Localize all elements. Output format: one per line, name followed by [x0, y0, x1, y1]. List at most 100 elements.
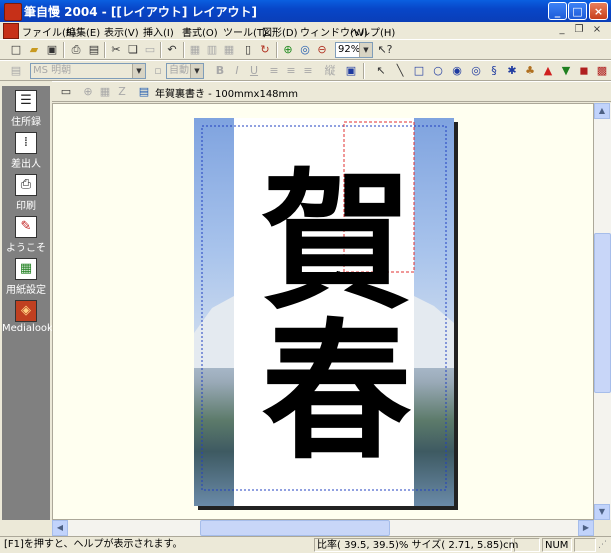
- resize-grip-icon[interactable]: ⋰: [598, 540, 607, 550]
- menu-help[interactable]: ヘルプ(H): [350, 24, 395, 39]
- menu-insert[interactable]: 挿入(I): [143, 24, 174, 39]
- layout-grid-icon[interactable]: ▦: [97, 84, 113, 100]
- layout-page-icon[interactable]: ▭: [58, 84, 74, 100]
- left-panel-label: 用紙設定: [6, 285, 46, 296]
- scroll-up-button[interactable]: ▲: [594, 103, 610, 119]
- save-icon[interactable]: ▣: [44, 42, 60, 58]
- left-panel-label: ようこそ: [6, 243, 46, 254]
- align-right-icon[interactable]: ≡: [300, 63, 316, 79]
- select-arrow-icon[interactable]: ↖: [373, 63, 389, 79]
- chevron-down-icon[interactable]: ▼: [190, 64, 203, 78]
- paste-icon[interactable]: ▭: [142, 42, 158, 58]
- rotate-icon[interactable]: ↻: [257, 42, 273, 58]
- vertical-text-icon[interactable]: 縦: [322, 63, 338, 79]
- style-icon[interactable]: ▤: [8, 63, 24, 79]
- undo-icon[interactable]: ↶: [164, 42, 180, 58]
- left-panel-item-sender[interactable]: ⁞ 差出人: [2, 130, 50, 172]
- mdi-restore-button[interactable]: ❐: [572, 23, 586, 37]
- align-left-icon[interactable]: ≡: [266, 63, 282, 79]
- status-empty: [514, 538, 540, 552]
- welcome-icon: ✎: [15, 216, 37, 238]
- menu-shapes[interactable]: 図形(D): [262, 24, 298, 39]
- toolbar-separator: [363, 63, 365, 79]
- columns-icon[interactable]: ▦: [221, 42, 237, 58]
- close-button[interactable]: ×: [589, 2, 608, 20]
- toolbar-separator: [276, 42, 278, 58]
- seal-tool-icon[interactable]: ◼: [576, 63, 592, 79]
- postcard-preview[interactable]: 賀春: [194, 118, 454, 506]
- bold-icon[interactable]: B: [212, 63, 228, 79]
- line-tool-icon[interactable]: ╲: [392, 63, 408, 79]
- font-size-select[interactable]: 自動 ▼: [166, 63, 204, 79]
- circle-tool-icon[interactable]: ◎: [468, 63, 484, 79]
- context-help-icon[interactable]: ↖?: [377, 42, 393, 58]
- scroll-right-button[interactable]: ▶: [578, 520, 594, 536]
- image-tool-icon[interactable]: ♣: [522, 63, 538, 79]
- fill-tool-icon[interactable]: ▼: [558, 63, 574, 79]
- left-panel-item-medialook[interactable]: ◈ Medialook: [2, 298, 53, 340]
- calligraphy-text[interactable]: 賀春: [234, 118, 414, 506]
- vertical-scrollbar[interactable]: ▲ ▼: [594, 103, 611, 520]
- open-icon[interactable]: ▰: [26, 42, 42, 58]
- chevron-down-icon[interactable]: ▼: [359, 43, 372, 57]
- color-tool-icon[interactable]: ▲: [540, 63, 556, 79]
- print-icon[interactable]: ⎙: [68, 42, 84, 58]
- frame-icon[interactable]: ▣: [343, 63, 359, 79]
- left-panel-label: 印刷: [16, 201, 36, 212]
- printer-icon: ⎙: [15, 174, 37, 196]
- font-name-value: MS 明朝: [33, 65, 72, 76]
- left-panel-item-print[interactable]: ⎙ 印刷: [2, 172, 50, 214]
- font-name-select[interactable]: MS 明朝 ▼: [30, 63, 146, 79]
- align-center-icon[interactable]: ≡: [283, 63, 299, 79]
- status-num: NUM: [542, 538, 572, 552]
- document-icon[interactable]: [3, 23, 19, 39]
- maximize-button[interactable]: □: [568, 2, 587, 20]
- freeform-tool-icon[interactable]: §: [486, 63, 502, 79]
- toolbar-separator: [104, 42, 106, 58]
- app-icon[interactable]: [4, 3, 22, 21]
- layout-z-icon[interactable]: Z: [114, 84, 130, 100]
- page-icon[interactable]: ▯: [240, 42, 256, 58]
- rectangle-tool-icon[interactable]: □: [411, 63, 427, 79]
- align-grid-icon[interactable]: ▥: [204, 42, 220, 58]
- menu-edit[interactable]: 編集(E): [66, 24, 100, 39]
- horizontal-scrollbar[interactable]: ◀ ▶: [52, 520, 594, 536]
- status-empty: [574, 538, 596, 552]
- left-panel-item-address-book[interactable]: ☰ 住所録: [2, 88, 50, 130]
- minimize-button[interactable]: _: [548, 2, 567, 20]
- zoom-page-icon[interactable]: ◎: [297, 42, 313, 58]
- italic-icon[interactable]: I: [229, 63, 245, 79]
- menu-view[interactable]: 表示(V): [104, 24, 139, 39]
- menu-format[interactable]: 書式(O): [182, 24, 218, 39]
- table-icon[interactable]: ▦: [187, 42, 203, 58]
- menu-tools[interactable]: ツール(T): [223, 24, 267, 39]
- template-icon[interactable]: ▤: [136, 84, 152, 100]
- scroll-left-button[interactable]: ◀: [52, 520, 68, 536]
- toolbar-separator: [160, 42, 162, 58]
- zoom-in-icon[interactable]: ⊕: [280, 42, 296, 58]
- vertical-scroll-thumb[interactable]: [594, 233, 611, 393]
- photo-tool-icon[interactable]: ▩: [594, 63, 610, 79]
- left-panel-item-welcome[interactable]: ✎ ようこそ: [2, 214, 50, 256]
- left-panel-item-paper-setup[interactable]: ▦ 用紙設定: [2, 256, 50, 298]
- status-help: [F1]を押すと、ヘルプが表示されます。: [4, 539, 183, 550]
- chevron-down-icon[interactable]: ▼: [132, 64, 145, 78]
- new-icon[interactable]: □: [8, 42, 24, 58]
- font-size-icon[interactable]: ▫: [150, 63, 166, 79]
- ellipse-tool-icon[interactable]: ○: [430, 63, 446, 79]
- stamp-tool-icon[interactable]: ◉: [449, 63, 465, 79]
- mdi-close-button[interactable]: ×: [590, 23, 604, 37]
- mdi-minimize-button[interactable]: _: [555, 23, 569, 37]
- print-preview-icon[interactable]: ▤: [86, 42, 102, 58]
- menu-bar: ファイル(F) 編集(E) 表示(V) 挿入(I) 書式(O) ツール(T) 図…: [0, 22, 611, 39]
- layout-nav-icon[interactable]: ⊕: [80, 84, 96, 100]
- underline-icon[interactable]: U: [246, 63, 262, 79]
- scroll-down-button[interactable]: ▼: [594, 504, 610, 520]
- zoom-select[interactable]: 92% ▼: [335, 42, 373, 58]
- brush-tool-icon[interactable]: ✱: [504, 63, 520, 79]
- mountain-left: [194, 296, 234, 368]
- zoom-out-icon[interactable]: ⊖: [314, 42, 330, 58]
- horizontal-scroll-thumb[interactable]: [200, 520, 390, 536]
- copy-icon[interactable]: ❏: [125, 42, 141, 58]
- cut-icon[interactable]: ✂: [108, 42, 124, 58]
